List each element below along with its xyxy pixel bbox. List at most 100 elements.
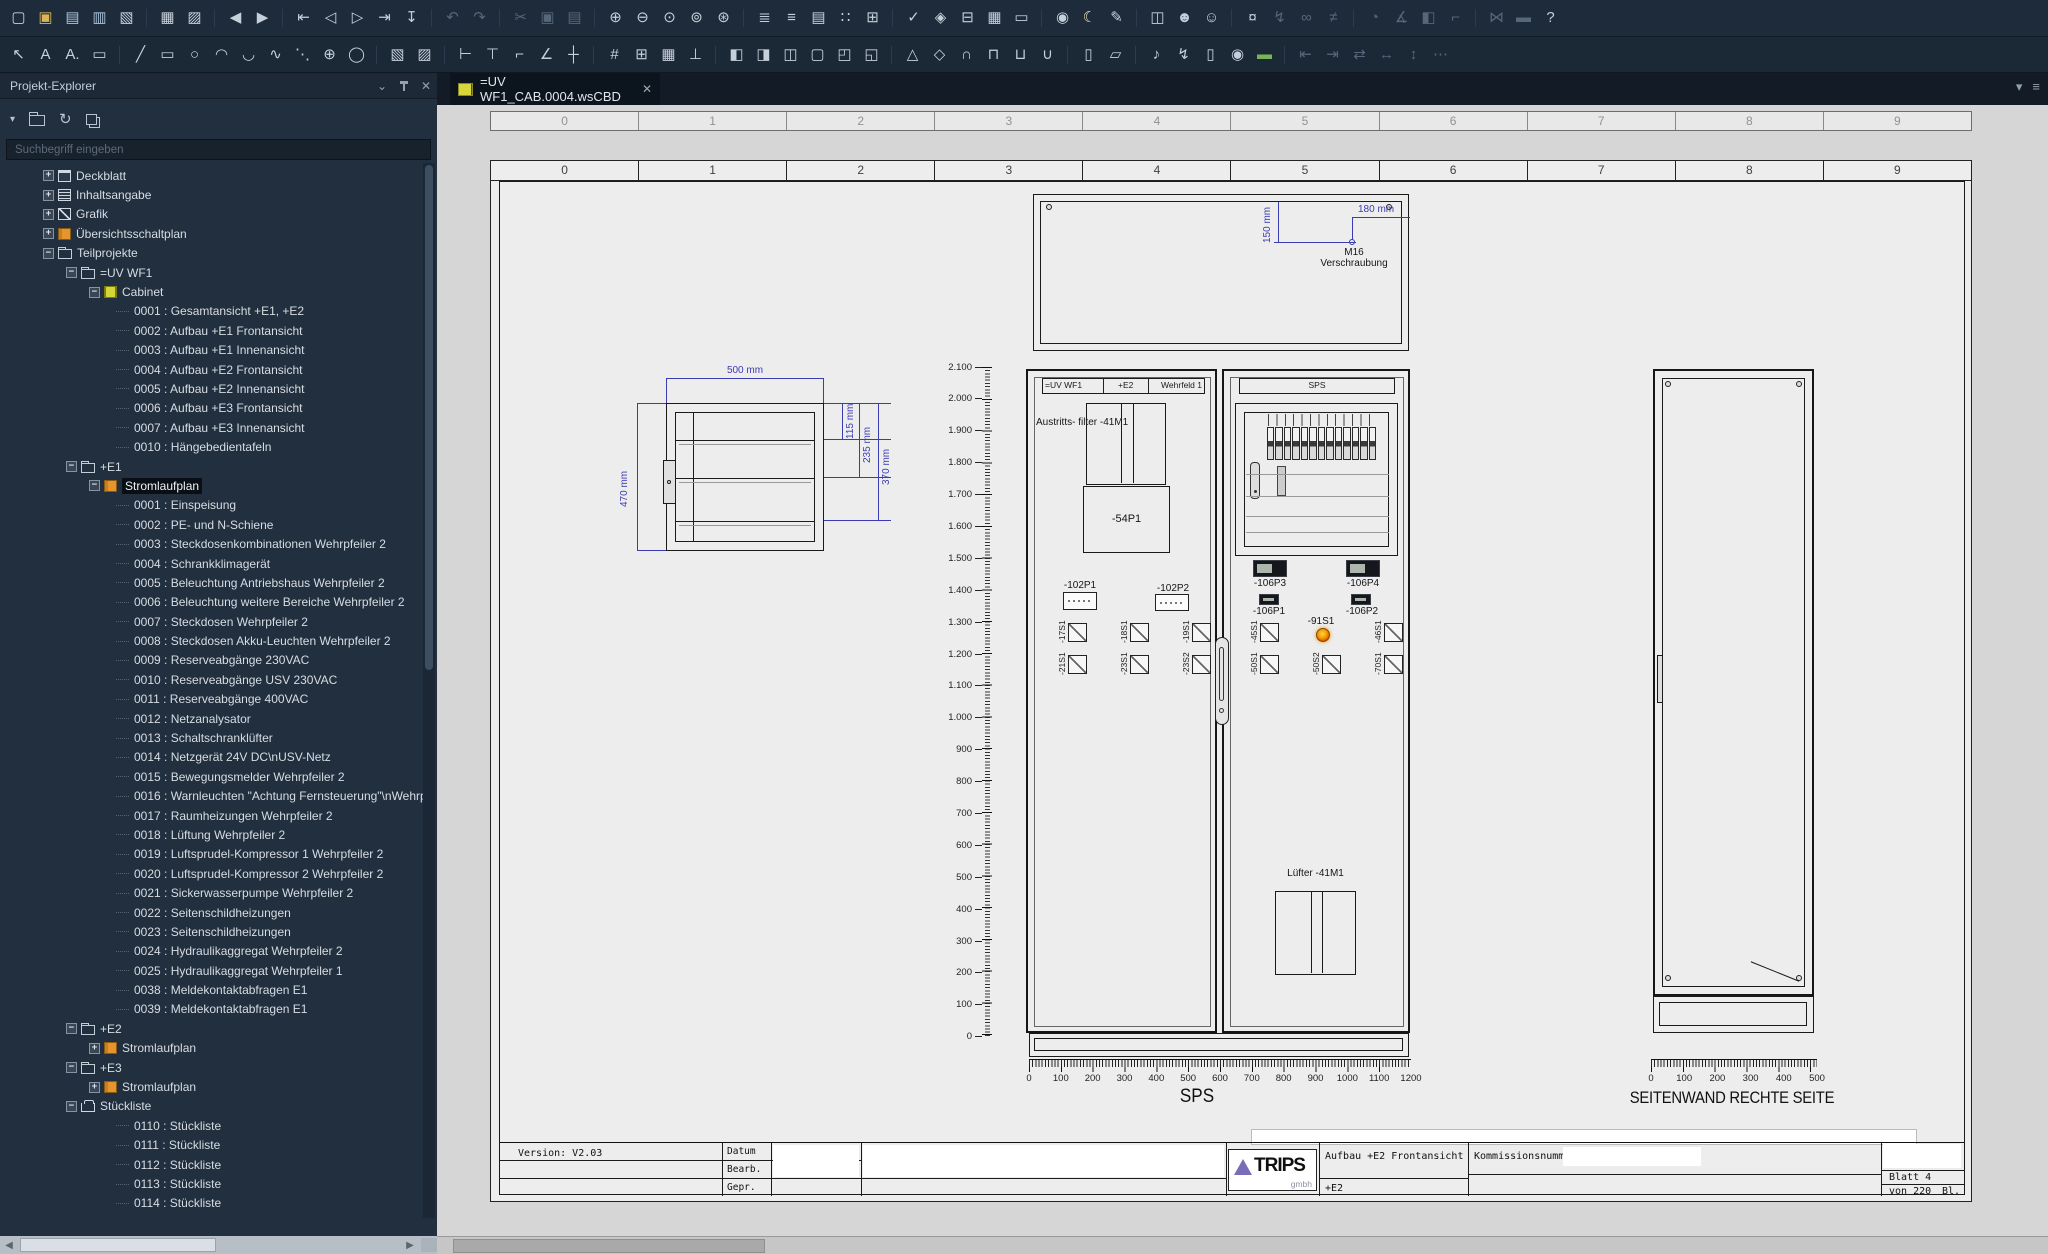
device-navigator-icon[interactable]: ≣: [752, 6, 777, 30]
switch-23s1[interactable]: -23S1: [1119, 652, 1149, 675]
scroll-right-icon[interactable]: ▶: [401, 1240, 419, 1251]
paint-icon[interactable]: ◧: [1416, 6, 1441, 30]
tree-item[interactable]: 0018 : Lüftung Wehrpfeiler 2: [0, 825, 423, 844]
nav-back-icon[interactable]: ◀: [223, 6, 248, 30]
tree-expand-toggle[interactable]: +: [43, 189, 54, 201]
insert-image-icon[interactable]: ▧: [385, 43, 410, 67]
dark-mode-icon[interactable]: ☾: [1077, 6, 1102, 30]
tree-item[interactable]: − Stromlaufplan: [0, 476, 423, 495]
tab-close-icon[interactable]: ✕: [642, 82, 652, 96]
tree-expand-toggle[interactable]: −: [89, 480, 100, 492]
cabinet-panel-icon[interactable]: ▯: [1076, 43, 1101, 67]
pane-right-icon[interactable]: ◨: [751, 43, 776, 67]
undo-icon[interactable]: ↶: [440, 6, 465, 30]
switch-46s1[interactable]: -46S1: [1373, 620, 1403, 643]
help-icon[interactable]: ?: [1538, 6, 1563, 30]
swap-icon[interactable]: ⇄: [1347, 43, 1372, 67]
previous-page-icon[interactable]: ◁: [318, 6, 343, 30]
zoom-fit-icon[interactable]: ⊚: [684, 6, 709, 30]
tree-item[interactable]: 0012 : Netzanalysator: [0, 709, 423, 728]
line-icon[interactable]: ╱: [128, 43, 153, 67]
tree-item[interactable]: 0112 : Stückliste: [0, 1155, 423, 1174]
tree-item[interactable]: 0002 : PE- und N-Schiene: [0, 515, 423, 534]
tab-menu-icon[interactable]: ≡: [2032, 79, 2040, 95]
meter-106p2[interactable]: [1351, 594, 1371, 605]
tree-expand-toggle[interactable]: −: [66, 1062, 77, 1074]
sidebar-horizontal-scrollbar[interactable]: ◀ ▶: [0, 1236, 437, 1254]
open-project-icon[interactable]: ▣: [33, 6, 58, 30]
pin-icon[interactable]: [399, 80, 409, 92]
compass-icon[interactable]: ◔: [1362, 6, 1387, 30]
shape-triangle-icon[interactable]: △: [900, 43, 925, 67]
insert-symbol-icon[interactable]: ▨: [412, 43, 445, 67]
arc-icon[interactable]: ◠: [209, 43, 234, 67]
dim-angle-icon[interactable]: ∠: [534, 43, 559, 67]
cascade-windows-icon[interactable]: ◰: [832, 43, 857, 67]
next-page-icon[interactable]: ▷: [345, 6, 370, 30]
stretch-h-icon[interactable]: ↔: [1374, 43, 1399, 67]
meter-102p2[interactable]: [1155, 594, 1189, 611]
print-preview-icon[interactable]: ▨: [182, 6, 215, 30]
tree-item[interactable]: + Stromlaufplan: [0, 1039, 423, 1058]
tree-item[interactable]: 0005 : Beleuchtung Antriebshaus Wehrpfei…: [0, 573, 423, 592]
battery-icon[interactable]: ▯: [1198, 43, 1223, 67]
drawing-sheet[interactable]: 0123456789 150 mm 180 mm M16 Verschraubu…: [490, 160, 1972, 1202]
meter-106p1[interactable]: [1259, 594, 1279, 605]
measure-icon[interactable]: ∡: [1389, 6, 1414, 30]
alarm-bell-icon[interactable]: ♪: [1144, 43, 1169, 67]
distribute-icon[interactable]: ⋯: [1428, 43, 1453, 67]
plugin-icon[interactable]: ⋈: [1484, 6, 1509, 30]
zoom-in-icon[interactable]: ⊕: [603, 6, 628, 30]
tree-item[interactable]: 0039 : Meldekontaktabfragen E1: [0, 1000, 423, 1019]
copy-icon[interactable]: ▣: [535, 6, 560, 30]
enclosure-icon[interactable]: ▱: [1103, 43, 1136, 67]
link-icon[interactable]: ∞: [1294, 6, 1319, 30]
snap-grid-icon[interactable]: #: [602, 43, 627, 67]
tree-expand-toggle[interactable]: −: [66, 461, 77, 473]
tree-item[interactable]: − +E3: [0, 1058, 423, 1077]
align-right-icon[interactable]: ⇥: [1320, 43, 1345, 67]
tile-windows-icon[interactable]: ◱: [859, 43, 892, 67]
tree-expand-toggle[interactable]: +: [89, 1042, 100, 1054]
tree-item[interactable]: 0111 : Stückliste: [0, 1136, 423, 1155]
meter-106p3[interactable]: [1253, 560, 1287, 577]
tree-item[interactable]: 0014 : Netzgerät 24V DC\nUSV-Netz: [0, 748, 423, 767]
new-document-icon[interactable]: ▢: [6, 6, 31, 30]
zoom-previous-icon[interactable]: ⊛: [711, 6, 744, 30]
tree-item[interactable]: 0006 : Beleuchtung weitere Bereiche Wehr…: [0, 593, 423, 612]
cabinet-front-left[interactable]: =UV WF1 +E2 Wehrfeld 1 Austritts- filter…: [1026, 369, 1217, 1033]
switch-19s1[interactable]: -19S1: [1181, 620, 1211, 643]
report-icon[interactable]: ▤: [806, 6, 831, 30]
dim-aligned-icon[interactable]: ⌐: [507, 43, 532, 67]
ortho-mode-icon[interactable]: ⊥: [683, 43, 716, 67]
tree-item[interactable]: 0114 : Stückliste: [0, 1194, 423, 1213]
door-handle[interactable]: [1215, 637, 1229, 725]
tree-item[interactable]: 0003 : Steckdosenkombinationen Wehrpfeil…: [0, 534, 423, 553]
close-icon[interactable]: ✕: [415, 77, 437, 95]
check-project-icon[interactable]: ✓: [901, 6, 926, 30]
first-page-icon[interactable]: ⇤: [291, 6, 316, 30]
tree-item[interactable]: 0017 : Raumheizungen Wehrpfeiler 2: [0, 806, 423, 825]
dim-vertical-icon[interactable]: ⊤: [480, 43, 505, 67]
stretch-v-icon[interactable]: ↕: [1401, 43, 1426, 67]
label-icon[interactable]: ▭: [87, 43, 120, 67]
tree-item[interactable]: 0023 : Seitenschildheizungen: [0, 922, 423, 941]
switch-70s1[interactable]: -70S1: [1373, 652, 1403, 675]
fan-box[interactable]: [1275, 891, 1356, 975]
bezier-icon[interactable]: ∿: [263, 43, 288, 67]
layer-manager-icon[interactable]: ▦: [982, 6, 1007, 30]
circle-icon[interactable]: ○: [182, 43, 207, 67]
lightning-icon[interactable]: ↯: [1267, 6, 1292, 30]
nav-forward-icon[interactable]: ▶: [250, 6, 283, 30]
tree-item[interactable]: 0110 : Stückliste: [0, 1116, 423, 1135]
drawing-canvas[interactable]: 0123456789 0123456789 150 mm 180 mm M16 …: [437, 105, 2048, 1236]
arch-top-icon[interactable]: ∩: [954, 43, 979, 67]
tree-item[interactable]: 0001 : Gesamtansicht +E1, +E2: [0, 302, 423, 321]
channel-icon[interactable]: ⊓: [981, 43, 1006, 67]
tree-item[interactable]: 0016 : Warnleuchten "Achtung Fernsteueru…: [0, 787, 423, 806]
dim-horizontal-icon[interactable]: ⊢: [453, 43, 478, 67]
redline-icon[interactable]: ✎: [1104, 6, 1137, 30]
meter-106p4[interactable]: [1346, 560, 1380, 577]
channel-down-icon[interactable]: ⊔: [1008, 43, 1033, 67]
tree-item[interactable]: + Übersichtsschaltplan: [0, 224, 423, 243]
